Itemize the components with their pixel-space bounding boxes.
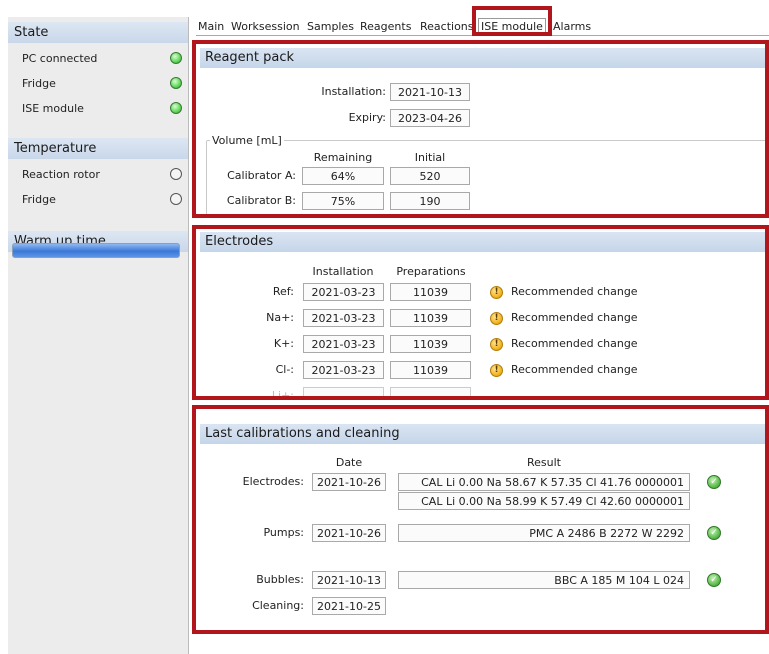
state-item-fridge: Fridge — [22, 76, 182, 92]
tab-highlight — [472, 6, 552, 36]
reagent-pack-highlight — [192, 40, 769, 218]
status-led-icon — [170, 193, 182, 205]
tab-samples[interactable]: Samples — [305, 19, 356, 35]
temperature-item-reaction-rotor: Reaction rotor — [22, 167, 182, 183]
status-led-icon — [170, 168, 182, 180]
tab-main[interactable]: Main — [196, 19, 226, 35]
status-sidebar: State PC connected Fridge ISE module Tem… — [8, 17, 189, 654]
temperature-header: Temperature — [8, 138, 188, 159]
temperature-item-label: Fridge — [22, 193, 56, 206]
tab-alarms[interactable]: Alarms — [551, 19, 593, 35]
electrodes-highlight — [192, 225, 769, 400]
state-item-label: Fridge — [22, 77, 56, 90]
temperature-item-fridge: Fridge — [22, 192, 182, 208]
tab-worksession[interactable]: Worksession — [229, 19, 302, 35]
warmup-progress-bar — [12, 243, 180, 258]
status-led-icon — [170, 52, 182, 64]
state-item-label: ISE module — [22, 102, 84, 115]
status-led-icon — [170, 102, 182, 114]
temperature-item-label: Reaction rotor — [22, 168, 100, 181]
state-header: State — [8, 22, 188, 43]
tab-reactions[interactable]: Reactions — [418, 19, 476, 35]
calibrations-highlight — [192, 405, 769, 634]
state-item-ise-module: ISE module — [22, 101, 182, 117]
state-item-pc-connected: PC connected — [22, 51, 182, 67]
status-led-icon — [170, 77, 182, 89]
state-item-label: PC connected — [22, 52, 98, 65]
tab-reagents[interactable]: Reagents — [358, 19, 413, 35]
